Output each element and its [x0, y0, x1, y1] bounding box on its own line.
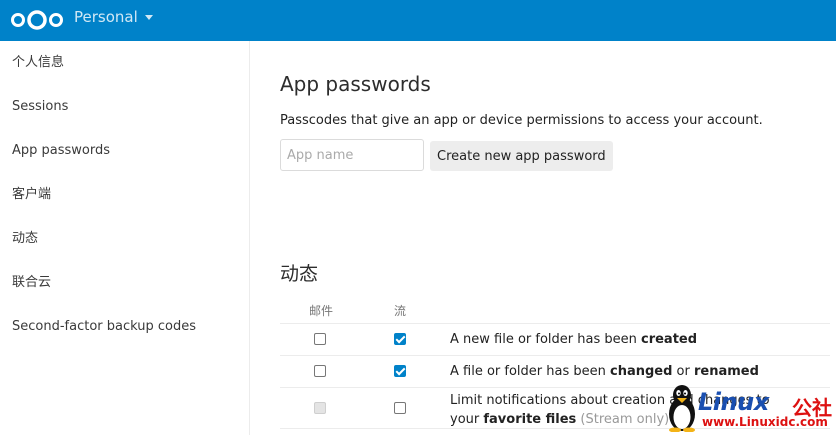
- row-text: A new file or folder has been: [450, 332, 641, 347]
- row-label-created: A new file or folder has been created: [450, 332, 697, 347]
- app-passwords-description: Passcodes that give an app or device per…: [280, 113, 763, 128]
- site-watermark: Linux 公社 www.Linuxidc.com: [662, 384, 836, 435]
- sidebar-item-clients[interactable]: 客户端: [0, 173, 249, 217]
- watermark-brand: Linux: [698, 388, 769, 416]
- row-bold: favorite files: [483, 412, 577, 427]
- create-app-password-button[interactable]: Create new app password: [430, 141, 613, 171]
- mail-checkbox-favorites: [314, 402, 326, 414]
- mail-checkbox-created[interactable]: [314, 333, 326, 345]
- column-header-mail: 邮件: [309, 304, 334, 318]
- sidebar-item-activity[interactable]: 动态: [0, 217, 249, 261]
- app-menu-label: Personal: [74, 8, 138, 26]
- watermark-url: www.Linuxidc.com: [702, 415, 828, 429]
- mail-checkbox-changed[interactable]: [314, 365, 326, 377]
- column-header-stream: 流: [394, 304, 407, 318]
- row-label-changed: A file or folder has been changed or ren…: [450, 364, 759, 379]
- app-name-input[interactable]: [280, 139, 424, 171]
- stream-checkbox-favorites[interactable]: [394, 402, 406, 414]
- sidebar-item-app-passwords[interactable]: App passwords: [0, 129, 249, 173]
- chevron-down-icon: [144, 15, 153, 20]
- settings-sidebar: 个人信息 Sessions App passwords 客户端 动态 联合云 S…: [0, 41, 250, 435]
- sidebar-item-backup-codes[interactable]: Second-factor backup codes: [0, 305, 249, 349]
- stream-checkbox-created[interactable]: [394, 333, 406, 345]
- nextcloud-logo-icon[interactable]: [10, 9, 64, 31]
- top-header: Personal: [0, 0, 836, 41]
- sidebar-item-federated-cloud[interactable]: 联合云: [0, 261, 249, 305]
- sidebar-item-personal-info[interactable]: 个人信息: [0, 41, 249, 85]
- row-bold: created: [641, 332, 698, 347]
- app-menu-button[interactable]: Personal: [74, 8, 153, 26]
- penguin-icon: [669, 385, 695, 432]
- settings-content: App passwords Passcodes that give an app…: [280, 41, 836, 435]
- app-passwords-title: App passwords: [280, 72, 431, 96]
- activity-title: 动态: [280, 263, 319, 285]
- row-text-mid: or: [672, 364, 694, 379]
- row-text: A file or folder has been: [450, 364, 610, 379]
- row-bold: changed: [610, 364, 673, 379]
- sidebar-item-sessions[interactable]: Sessions: [0, 85, 249, 129]
- stream-checkbox-changed[interactable]: [394, 365, 406, 377]
- row-bold-2: renamed: [694, 364, 759, 379]
- table-row: A new file or folder has been created: [280, 323, 830, 355]
- table-header: 邮件 流: [280, 299, 830, 323]
- row-muted-note: (Stream only): [576, 412, 670, 427]
- table-row: A file or folder has been changed or ren…: [280, 355, 830, 387]
